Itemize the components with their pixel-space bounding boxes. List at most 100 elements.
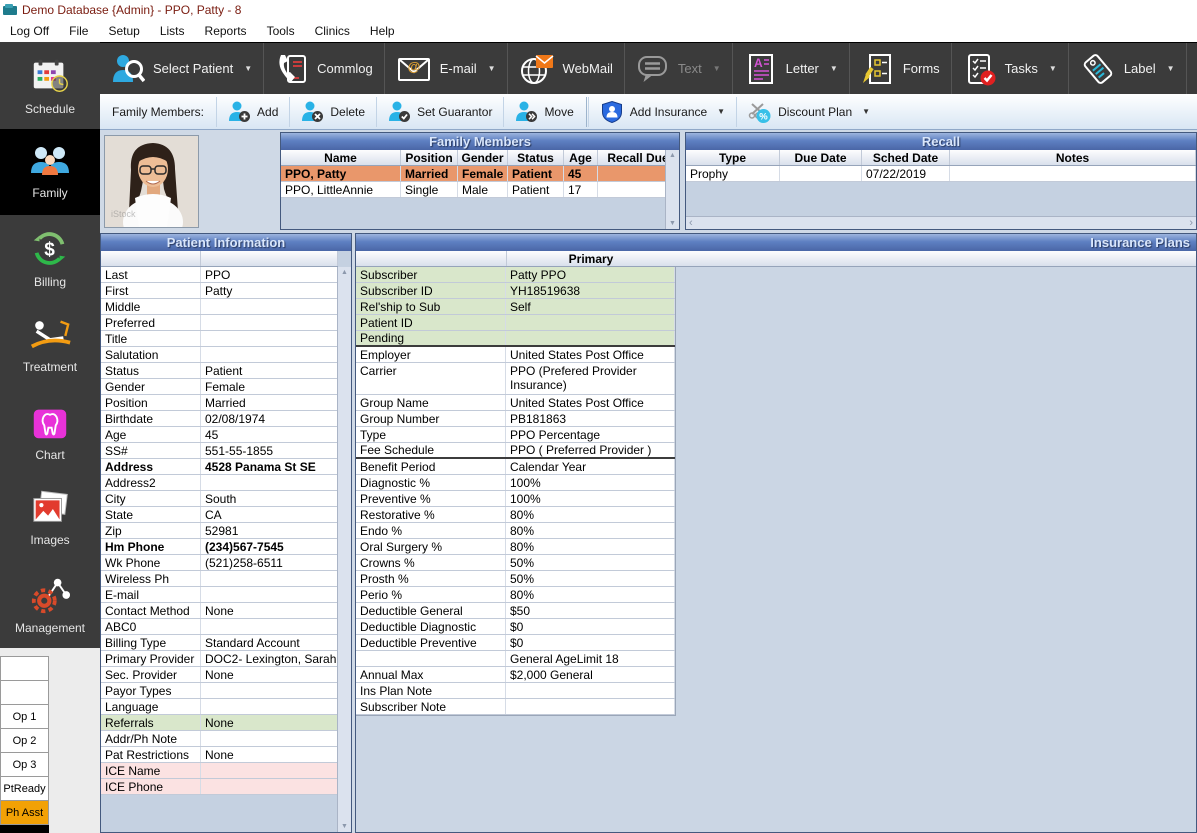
patient-info-row[interactable]: Middle xyxy=(101,299,338,315)
insurance-row[interactable]: Preventive %100% xyxy=(356,491,675,507)
column-header[interactable]: Type xyxy=(686,150,780,165)
dropdown-arrow-icon[interactable]: ▼ xyxy=(244,64,252,73)
patient-info-row[interactable]: PositionMarried xyxy=(101,395,338,411)
forms-button[interactable]: Forms xyxy=(850,43,952,94)
patient-info-row[interactable]: Primary ProviderDOC2- Lexington, Sarah xyxy=(101,651,338,667)
patient-info-row[interactable]: Pat RestrictionsNone xyxy=(101,747,338,763)
column-header[interactable]: Due Date xyxy=(780,150,862,165)
sidebar-item-schedule[interactable]: Schedule xyxy=(0,42,100,129)
email-button[interactable]: @ E-mail ▼ xyxy=(385,43,508,94)
insurance-row[interactable]: Subscriber IDYH18519638 xyxy=(356,283,675,299)
patient-info-row[interactable]: Age45 xyxy=(101,427,338,443)
patient-info-row[interactable]: CitySouth xyxy=(101,491,338,507)
patient-info-row[interactable]: Preferred xyxy=(101,315,338,331)
insurance-row[interactable]: Group NameUnited States Post Office xyxy=(356,395,675,411)
recall-scrollbar[interactable]: ‹ › xyxy=(686,216,1196,229)
insurance-row[interactable]: Perio %80% xyxy=(356,587,675,603)
scroll-down-icon[interactable]: ▼ xyxy=(669,218,676,229)
insurance-row[interactable]: Prosth %50% xyxy=(356,571,675,587)
patient-info-row[interactable]: ICE Name xyxy=(101,763,338,779)
patient-info-row[interactable]: Addr/Ph Note xyxy=(101,731,338,747)
patient-info-row[interactable]: Payor Types xyxy=(101,683,338,699)
operatory-cell[interactable]: PtReady xyxy=(0,777,49,801)
patient-info-row[interactable]: Hm Phone(234)567-7545 xyxy=(101,539,338,555)
letter-button[interactable]: A Letter ▼ xyxy=(733,43,850,94)
operatory-cell[interactable] xyxy=(0,657,49,681)
tasks-button[interactable]: Tasks ▼ xyxy=(952,43,1069,94)
dropdown-arrow-icon[interactable]: ▼ xyxy=(1167,64,1175,73)
insurance-row[interactable]: Annual Max$2,000 General xyxy=(356,667,675,683)
delete-family-member-button[interactable]: Delete xyxy=(289,97,376,127)
patient-info-row[interactable]: Zip52981 xyxy=(101,523,338,539)
move-family-member-button[interactable]: Move xyxy=(503,97,584,127)
webmail-button[interactable]: WebMail xyxy=(508,43,625,94)
scroll-up-icon[interactable]: ▲ xyxy=(669,150,676,161)
dropdown-arrow-icon[interactable]: ▼ xyxy=(1049,64,1057,73)
patient-info-row[interactable]: Address2 xyxy=(101,475,338,491)
commlog-button[interactable]: Commlog xyxy=(264,43,385,94)
insurance-row[interactable]: Patient ID xyxy=(356,315,675,331)
family-members-scrollbar[interactable]: ▲ ▼ xyxy=(665,150,679,229)
sidebar-item-treatment[interactable]: Treatment xyxy=(0,302,100,389)
insurance-row[interactable]: Benefit PeriodCalendar Year xyxy=(356,459,675,475)
insurance-row[interactable]: Fee SchedulePPO ( Preferred Provider ) xyxy=(356,443,675,459)
patient-photo[interactable]: iStock xyxy=(104,135,199,228)
insurance-row[interactable]: Rel'ship to SubSelf xyxy=(356,299,675,315)
patient-info-row[interactable]: StateCA xyxy=(101,507,338,523)
column-header[interactable]: Status xyxy=(508,150,564,165)
sidebar-item-management[interactable]: Management xyxy=(0,561,100,648)
text-button[interactable]: Text ▼ xyxy=(625,43,733,94)
insurance-row[interactable]: General AgeLimit 18 xyxy=(356,651,675,667)
patient-info-row[interactable]: SS#551-55-1855 xyxy=(101,443,338,459)
operatory-cell[interactable]: Op 1 xyxy=(0,705,49,729)
operatory-cell[interactable]: Op 3 xyxy=(0,753,49,777)
insurance-row[interactable]: Pending xyxy=(356,331,675,347)
popups-button[interactable]: Popups xyxy=(1187,43,1197,94)
patient-info-row[interactable]: StatusPatient xyxy=(101,363,338,379)
discount-plan-button[interactable]: % Discount Plan ▼ xyxy=(736,97,881,127)
insurance-row[interactable]: Crowns %50% xyxy=(356,555,675,571)
patient-info-row[interactable]: E-mail xyxy=(101,587,338,603)
patient-info-row[interactable]: ReferralsNone xyxy=(101,715,338,731)
menu-reports[interactable]: Reports xyxy=(195,21,257,41)
insurance-row[interactable]: TypePPO Percentage xyxy=(356,427,675,443)
column-header[interactable]: Gender xyxy=(458,150,508,165)
sidebar-item-family[interactable]: Family xyxy=(0,129,100,216)
scroll-down-icon[interactable]: ▼ xyxy=(341,821,348,832)
menu-file[interactable]: File xyxy=(59,21,98,41)
patient-info-row[interactable]: Contact MethodNone xyxy=(101,603,338,619)
scroll-right-icon[interactable]: › xyxy=(1189,217,1193,230)
insurance-row[interactable]: CarrierPPO (Prefered Provider Insurance) xyxy=(356,363,675,395)
insurance-row[interactable]: Deductible Preventive$0 xyxy=(356,635,675,651)
patient-info-row[interactable]: LastPPO xyxy=(101,267,338,283)
column-header[interactable]: Sched Date xyxy=(862,150,950,165)
menu-clinics[interactable]: Clinics xyxy=(305,21,360,41)
insurance-row[interactable]: Endo %80% xyxy=(356,523,675,539)
insurance-row[interactable]: SubscriberPatty PPO xyxy=(356,267,675,283)
add-insurance-button[interactable]: Add Insurance ▼ xyxy=(588,97,736,127)
sidebar-item-billing[interactable]: $ Billing xyxy=(0,215,100,302)
patient-info-row[interactable]: GenderFemale xyxy=(101,379,338,395)
dropdown-arrow-icon[interactable]: ▼ xyxy=(862,107,870,116)
family-member-row[interactable]: PPO, LittleAnnieSingleMalePatient17 xyxy=(281,182,679,198)
patient-info-row[interactable]: ABC0 xyxy=(101,619,338,635)
menu-log-off[interactable]: Log Off xyxy=(0,21,59,41)
dropdown-arrow-icon[interactable]: ▼ xyxy=(717,107,725,116)
column-header[interactable]: Age xyxy=(564,150,598,165)
family-member-row[interactable]: PPO, PattyMarriedFemalePatient45 xyxy=(281,166,679,182)
patient-info-scrollbar[interactable]: ▲ ▼ xyxy=(337,267,351,832)
patient-info-row[interactable]: ICE Phone xyxy=(101,779,338,795)
sidebar-item-images[interactable]: Images xyxy=(0,475,100,562)
column-header[interactable]: Name xyxy=(281,150,401,165)
patient-info-row[interactable]: Title xyxy=(101,331,338,347)
insurance-row[interactable]: Diagnostic %100% xyxy=(356,475,675,491)
insurance-row[interactable]: Ins Plan Note xyxy=(356,683,675,699)
dropdown-arrow-icon[interactable]: ▼ xyxy=(713,64,721,73)
scroll-left-icon[interactable]: ‹ xyxy=(689,217,693,230)
recall-row[interactable]: Prophy07/22/2019 xyxy=(686,166,1196,182)
select-patient-button[interactable]: Select Patient ▼ xyxy=(100,43,264,94)
operatory-cell[interactable]: Op 2 xyxy=(0,729,49,753)
column-header[interactable]: Position xyxy=(401,150,458,165)
insurance-row[interactable]: Deductible Diagnostic$0 xyxy=(356,619,675,635)
patient-info-row[interactable]: Sec. ProviderNone xyxy=(101,667,338,683)
